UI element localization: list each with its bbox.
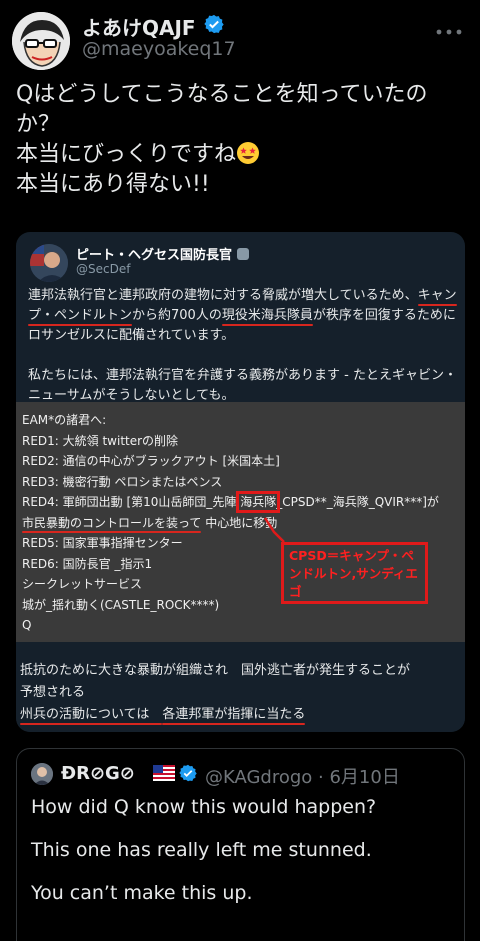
more-options-icon[interactable] bbox=[432, 20, 466, 44]
tweet-line: 本当にびっくりですね bbox=[16, 140, 468, 170]
quote-text: How did Q know this would happen? This o… bbox=[31, 796, 377, 904]
quote-avatar bbox=[31, 763, 53, 785]
tweet-line: か？ bbox=[16, 112, 61, 137]
lower-caption: 抵抗のために大きな暴動が組織され 国外逃亡者が発生することが 予想される 州兵の… bbox=[16, 652, 465, 732]
quote-author-name: ÐR⊘G⊘ bbox=[61, 763, 135, 784]
quoted-tweet[interactable]: ÐR⊘G⊘ @KAGdrogo · 6月10日 How did Q know t… bbox=[16, 748, 465, 941]
us-flag-icon bbox=[153, 765, 175, 781]
quote-verified-badge-icon bbox=[179, 764, 197, 782]
tweet-line: Qはどうしてこうなることを知っていたの bbox=[16, 82, 428, 107]
tweet-text: Qはどうしてこうなることを知っていたの か？ 本当にびっくりですね 本当にあり得… bbox=[16, 80, 468, 200]
cpsd-annotation-box: CPSD＝キャンプ・ペンドルトン,サンディエゴ bbox=[281, 542, 428, 604]
cpsd-annotation-text: CPSD＝キャンプ・ペンドルトン,サンディエゴ bbox=[289, 548, 418, 599]
tweet-media-image[interactable]: ピート・ヘグセス国防長官 @SecDef 連邦法執行官と連邦政府の建物に対する脅… bbox=[16, 232, 465, 732]
author-name[interactable]: よあけQAJF bbox=[82, 12, 196, 41]
author-avatar[interactable] bbox=[12, 12, 70, 70]
tweet-line: 本当にあり得ない!! bbox=[16, 172, 210, 197]
verified-badge-icon bbox=[204, 14, 224, 34]
author-handle[interactable]: @maeyoakeq17 bbox=[82, 38, 236, 60]
star-struck-emoji-icon bbox=[237, 142, 260, 164]
quote-handle-date: @KAGdrogo · 6月10日 bbox=[205, 767, 400, 788]
